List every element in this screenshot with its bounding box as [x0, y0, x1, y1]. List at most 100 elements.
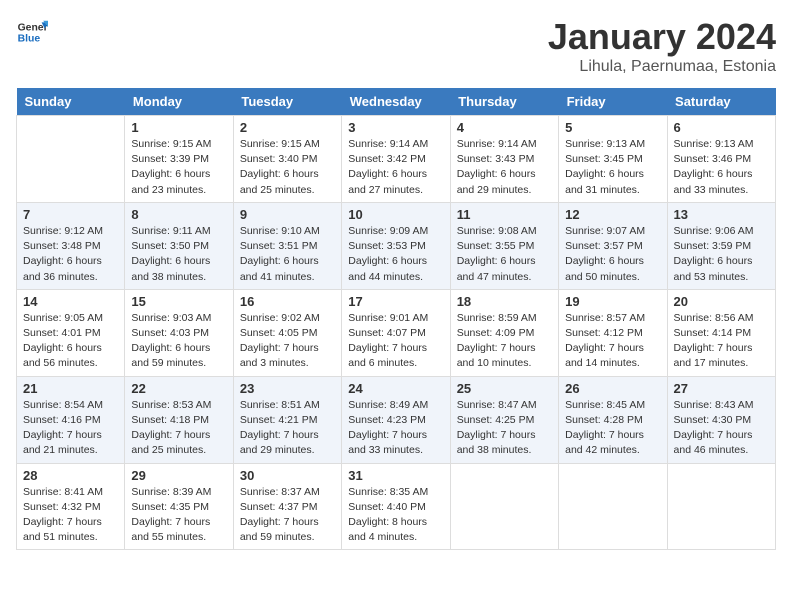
- day-number: 19: [565, 294, 660, 309]
- calendar-week-5: 28 Sunrise: 8:41 AM Sunset: 4:32 PM Dayli…: [17, 463, 776, 550]
- calendar-week-1: 1Sunrise: 9:15 AM Sunset: 3:39 PM Daylig…: [17, 116, 776, 203]
- weekday-header-thursday: Thursday: [450, 88, 558, 116]
- day-number: 8: [131, 207, 226, 222]
- location-subtitle: Lihula, Paernumaa, Estonia: [548, 58, 776, 76]
- calendar-cell: [17, 116, 125, 203]
- calendar-cell: 23 Sunrise: 8:51 AM Sunset: 4:21 PM Dayli…: [233, 376, 341, 463]
- calendar-cell: 27 Sunrise: 8:43 AM Sunset: 4:30 PM Dayli…: [667, 376, 775, 463]
- calendar-cell: 10 Sunrise: 9:09 AM Sunset: 3:53 PM Dayli…: [342, 202, 450, 289]
- day-number: 24: [348, 381, 443, 396]
- logo-icon: General Blue: [16, 16, 48, 48]
- calendar-cell: 1Sunrise: 9:15 AM Sunset: 3:39 PM Daylig…: [125, 116, 233, 203]
- calendar-cell: 6Sunrise: 9:13 AM Sunset: 3:46 PM Daylig…: [667, 116, 775, 203]
- day-number: 28: [23, 468, 118, 483]
- calendar-cell: [450, 463, 558, 550]
- day-number: 16: [240, 294, 335, 309]
- calendar-cell: 3 Sunrise: 9:14 AM Sunset: 3:42 PM Daylig…: [342, 116, 450, 203]
- calendar-cell: 15 Sunrise: 9:03 AM Sunset: 4:03 PM Dayli…: [125, 289, 233, 376]
- calendar-cell: 11Sunrise: 9:08 AM Sunset: 3:55 PM Dayli…: [450, 202, 558, 289]
- day-number: 3: [348, 120, 443, 135]
- day-number: 23: [240, 381, 335, 396]
- day-number: 12: [565, 207, 660, 222]
- logo: General Blue: [16, 16, 48, 48]
- calendar-week-3: 14 Sunrise: 9:05 AM Sunset: 4:01 PM Dayli…: [17, 289, 776, 376]
- day-info: Sunrise: 9:13 AM Sunset: 3:45 PM Dayligh…: [565, 137, 660, 198]
- day-number: 20: [674, 294, 769, 309]
- calendar-cell: 20Sunrise: 8:56 AM Sunset: 4:14 PM Dayli…: [667, 289, 775, 376]
- day-number: 27: [674, 381, 769, 396]
- weekday-header-row: SundayMondayTuesdayWednesdayThursdayFrid…: [17, 88, 776, 116]
- calendar-cell: 31Sunrise: 8:35 AM Sunset: 4:40 PM Dayli…: [342, 463, 450, 550]
- calendar-cell: 26 Sunrise: 8:45 AM Sunset: 4:28 PM Dayli…: [559, 376, 667, 463]
- calendar-week-2: 7Sunrise: 9:12 AM Sunset: 3:48 PM Daylig…: [17, 202, 776, 289]
- calendar-table: SundayMondayTuesdayWednesdayThursdayFrid…: [16, 88, 776, 550]
- calendar-cell: 24 Sunrise: 8:49 AM Sunset: 4:23 PM Dayli…: [342, 376, 450, 463]
- svg-text:Blue: Blue: [18, 34, 41, 45]
- day-info: Sunrise: 8:59 AM Sunset: 4:09 PM Dayligh…: [457, 311, 552, 372]
- day-info: Sunrise: 9:08 AM Sunset: 3:55 PM Dayligh…: [457, 224, 552, 285]
- calendar-cell: 2 Sunrise: 9:15 AM Sunset: 3:40 PM Daylig…: [233, 116, 341, 203]
- day-number: 14: [23, 294, 118, 309]
- calendar-cell: 8 Sunrise: 9:11 AM Sunset: 3:50 PM Daylig…: [125, 202, 233, 289]
- day-number: 29: [131, 468, 226, 483]
- day-info: Sunrise: 9:11 AM Sunset: 3:50 PM Dayligh…: [131, 224, 226, 285]
- day-info: Sunrise: 9:10 AM Sunset: 3:51 PM Dayligh…: [240, 224, 335, 285]
- day-info: Sunrise: 9:14 AM Sunset: 3:42 PM Dayligh…: [348, 137, 443, 198]
- calendar-cell: 9Sunrise: 9:10 AM Sunset: 3:51 PM Daylig…: [233, 202, 341, 289]
- day-info: Sunrise: 8:49 AM Sunset: 4:23 PM Dayligh…: [348, 398, 443, 459]
- calendar-cell: 17 Sunrise: 9:01 AM Sunset: 4:07 PM Dayli…: [342, 289, 450, 376]
- calendar-cell: 18 Sunrise: 8:59 AM Sunset: 4:09 PM Dayli…: [450, 289, 558, 376]
- day-number: 18: [457, 294, 552, 309]
- calendar-cell: 30Sunrise: 8:37 AM Sunset: 4:37 PM Dayli…: [233, 463, 341, 550]
- page-header: General Blue January 2024 Lihula, Paernu…: [16, 16, 776, 76]
- calendar-cell: 12 Sunrise: 9:07 AM Sunset: 3:57 PM Dayli…: [559, 202, 667, 289]
- day-number: 21: [23, 381, 118, 396]
- day-info: Sunrise: 9:07 AM Sunset: 3:57 PM Dayligh…: [565, 224, 660, 285]
- calendar-cell: 19 Sunrise: 8:57 AM Sunset: 4:12 PM Dayli…: [559, 289, 667, 376]
- calendar-cell: 28 Sunrise: 8:41 AM Sunset: 4:32 PM Dayli…: [17, 463, 125, 550]
- day-number: 26: [565, 381, 660, 396]
- day-number: 1: [131, 120, 226, 135]
- day-info: Sunrise: 8:53 AM Sunset: 4:18 PM Dayligh…: [131, 398, 226, 459]
- title-area: January 2024 Lihula, Paernumaa, Estonia: [548, 16, 776, 76]
- weekday-header-friday: Friday: [559, 88, 667, 116]
- day-info: Sunrise: 8:43 AM Sunset: 4:30 PM Dayligh…: [674, 398, 769, 459]
- day-info: Sunrise: 9:03 AM Sunset: 4:03 PM Dayligh…: [131, 311, 226, 372]
- weekday-header-saturday: Saturday: [667, 88, 775, 116]
- weekday-header-monday: Monday: [125, 88, 233, 116]
- day-info: Sunrise: 9:13 AM Sunset: 3:46 PM Dayligh…: [674, 137, 769, 198]
- day-info: Sunrise: 8:54 AM Sunset: 4:16 PM Dayligh…: [23, 398, 118, 459]
- day-info: Sunrise: 9:01 AM Sunset: 4:07 PM Dayligh…: [348, 311, 443, 372]
- day-number: 31: [348, 468, 443, 483]
- day-number: 2: [240, 120, 335, 135]
- weekday-header-tuesday: Tuesday: [233, 88, 341, 116]
- weekday-header-wednesday: Wednesday: [342, 88, 450, 116]
- day-info: Sunrise: 8:57 AM Sunset: 4:12 PM Dayligh…: [565, 311, 660, 372]
- day-number: 10: [348, 207, 443, 222]
- day-number: 15: [131, 294, 226, 309]
- calendar-cell: 5Sunrise: 9:13 AM Sunset: 3:45 PM Daylig…: [559, 116, 667, 203]
- calendar-cell: 4 Sunrise: 9:14 AM Sunset: 3:43 PM Daylig…: [450, 116, 558, 203]
- day-info: Sunrise: 8:51 AM Sunset: 4:21 PM Dayligh…: [240, 398, 335, 459]
- calendar-cell: 29 Sunrise: 8:39 AM Sunset: 4:35 PM Dayli…: [125, 463, 233, 550]
- calendar-cell: 14 Sunrise: 9:05 AM Sunset: 4:01 PM Dayli…: [17, 289, 125, 376]
- calendar-cell: 16Sunrise: 9:02 AM Sunset: 4:05 PM Dayli…: [233, 289, 341, 376]
- day-number: 4: [457, 120, 552, 135]
- day-info: Sunrise: 9:09 AM Sunset: 3:53 PM Dayligh…: [348, 224, 443, 285]
- day-info: Sunrise: 9:05 AM Sunset: 4:01 PM Dayligh…: [23, 311, 118, 372]
- calendar-week-4: 21 Sunrise: 8:54 AM Sunset: 4:16 PM Dayli…: [17, 376, 776, 463]
- day-number: 13: [674, 207, 769, 222]
- day-info: Sunrise: 8:41 AM Sunset: 4:32 PM Dayligh…: [23, 485, 118, 546]
- calendar-cell: 25Sunrise: 8:47 AM Sunset: 4:25 PM Dayli…: [450, 376, 558, 463]
- calendar-cell: 7Sunrise: 9:12 AM Sunset: 3:48 PM Daylig…: [17, 202, 125, 289]
- day-number: 17: [348, 294, 443, 309]
- day-number: 25: [457, 381, 552, 396]
- day-info: Sunrise: 9:15 AM Sunset: 3:40 PM Dayligh…: [240, 137, 335, 198]
- day-info: Sunrise: 8:37 AM Sunset: 4:37 PM Dayligh…: [240, 485, 335, 546]
- calendar-cell: [667, 463, 775, 550]
- day-info: Sunrise: 9:14 AM Sunset: 3:43 PM Dayligh…: [457, 137, 552, 198]
- calendar-cell: 22Sunrise: 8:53 AM Sunset: 4:18 PM Dayli…: [125, 376, 233, 463]
- day-info: Sunrise: 8:39 AM Sunset: 4:35 PM Dayligh…: [131, 485, 226, 546]
- day-info: Sunrise: 8:45 AM Sunset: 4:28 PM Dayligh…: [565, 398, 660, 459]
- weekday-header-sunday: Sunday: [17, 88, 125, 116]
